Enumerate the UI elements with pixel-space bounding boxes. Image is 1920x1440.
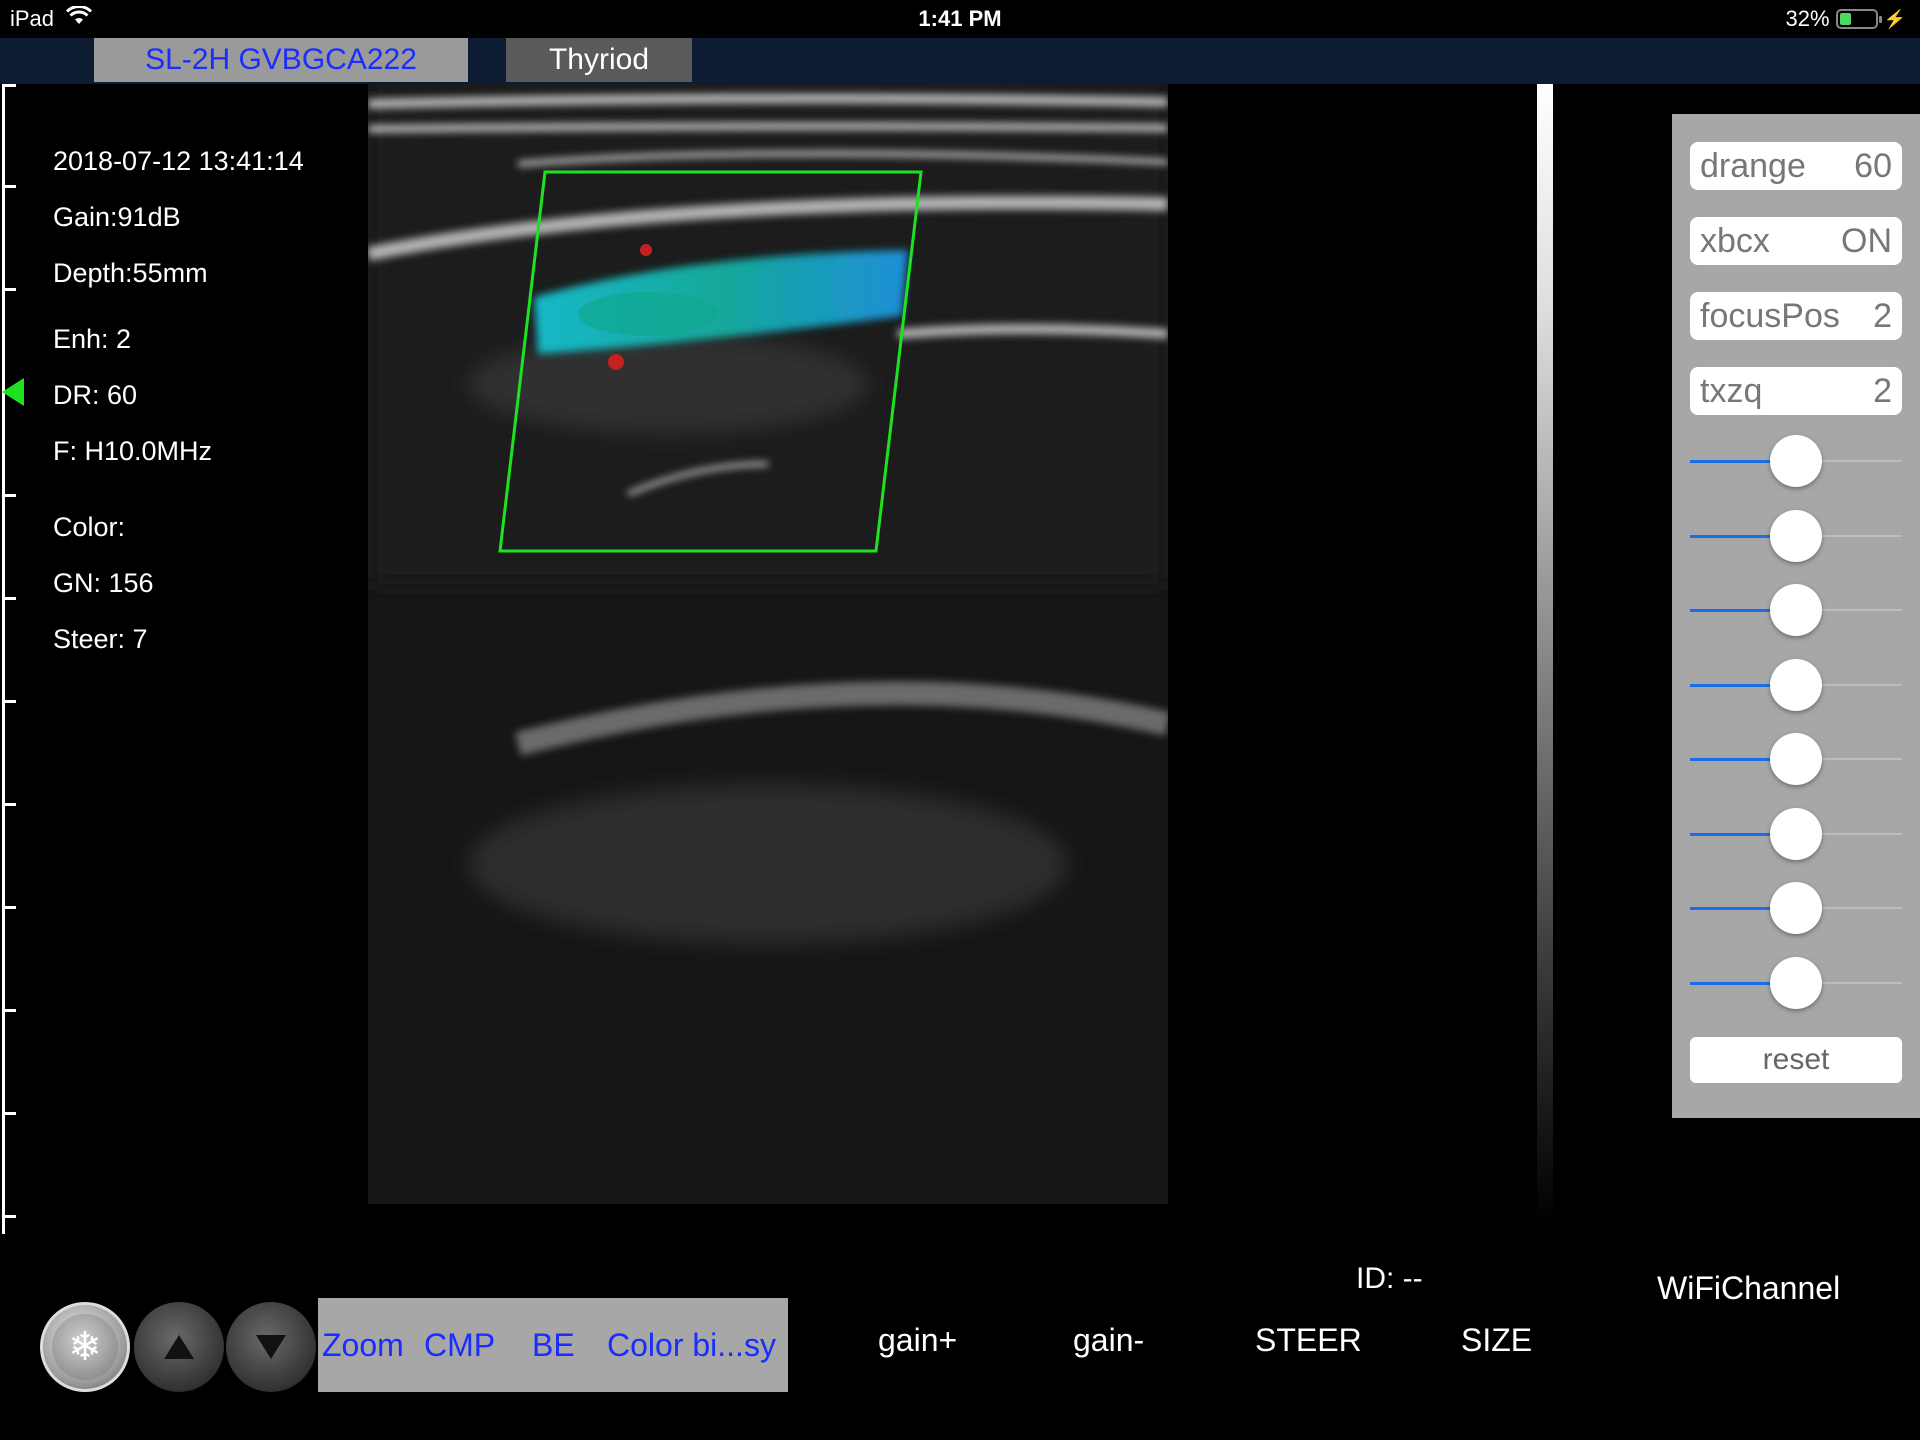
slider-4[interactable] xyxy=(1690,658,1902,711)
ruler-tick xyxy=(2,84,16,87)
info-enh: Enh: 2 xyxy=(53,324,132,354)
param-xbcx-value: ON xyxy=(1841,221,1892,260)
param-drange-value: 60 xyxy=(1854,146,1892,185)
info-depth: Depth:55mm xyxy=(53,258,208,288)
ruler-tick xyxy=(2,700,16,703)
slider-thumb[interactable] xyxy=(1770,435,1822,487)
info-datetime: 2018-07-12 13:41:14 xyxy=(53,146,304,176)
ultrasound-image[interactable] xyxy=(368,84,1168,1204)
mode-bar: Zoom CMP BE Color bi...sy xyxy=(318,1298,788,1392)
info-freq: F: H10.0MHz xyxy=(53,436,213,466)
battery-percent: 32% xyxy=(1785,6,1830,31)
up-button[interactable] xyxy=(134,1302,224,1392)
slider-3[interactable] xyxy=(1690,584,1902,636)
slider-8[interactable] xyxy=(1690,956,1902,1009)
ruler-tick xyxy=(2,288,16,291)
down-button[interactable] xyxy=(226,1302,316,1392)
depth-ruler xyxy=(2,84,5,1234)
mode-be-button[interactable]: BE xyxy=(532,1298,575,1392)
slider-thumb[interactable] xyxy=(1770,658,1822,711)
info-color: Color: xyxy=(53,512,126,542)
param-txzq[interactable]: txzq 2 xyxy=(1690,367,1902,415)
gain-plus-button[interactable]: gain+ xyxy=(878,1322,957,1359)
triangle-up-icon xyxy=(164,1335,194,1359)
slider-thumb[interactable] xyxy=(1770,733,1822,785)
reset-button[interactable]: reset xyxy=(1690,1037,1902,1083)
slider-6[interactable] xyxy=(1690,807,1902,860)
tab-bar: SL-2H GVBGCA222 Thyriod xyxy=(0,38,1920,84)
param-drange[interactable]: drange 60 xyxy=(1690,142,1902,190)
param-xbcx-name: xbcx xyxy=(1700,221,1770,260)
status-right: 32% ⚡ xyxy=(1786,6,1906,32)
ruler-tick xyxy=(2,494,16,497)
status-time: 1:41 PM xyxy=(918,6,1002,31)
mode-zoom-button[interactable]: Zoom xyxy=(322,1298,404,1392)
ruler-tick xyxy=(2,1215,16,1218)
size-button[interactable]: SIZE xyxy=(1461,1322,1532,1359)
mode-cmp-button[interactable]: CMP xyxy=(424,1298,495,1392)
param-txzq-name: txzq xyxy=(1700,371,1763,410)
slider-thumb[interactable] xyxy=(1770,807,1822,860)
ruler-tick xyxy=(2,803,16,806)
slider-thumb[interactable] xyxy=(1770,509,1822,562)
steer-button[interactable]: STEER xyxy=(1255,1322,1362,1359)
param-focuspos-name: focusPos xyxy=(1700,296,1840,335)
slider-2[interactable] xyxy=(1690,509,1902,562)
param-drange-name: drange xyxy=(1700,146,1806,185)
wifi-channel-button[interactable]: WiFiChannel xyxy=(1657,1270,1840,1307)
slider-thumb[interactable] xyxy=(1770,956,1822,1009)
param-txzq-value: 2 xyxy=(1873,371,1892,410)
tab-probe[interactable]: SL-2H GVBGCA222 xyxy=(94,38,468,82)
snowflake-icon: ❄ xyxy=(52,1314,118,1380)
grayscale-bar xyxy=(1537,84,1553,1224)
focus-marker-icon xyxy=(2,378,24,406)
slider-thumb[interactable] xyxy=(1770,584,1822,636)
triangle-down-icon xyxy=(256,1335,286,1359)
param-focuspos-value: 2 xyxy=(1873,296,1892,335)
freeze-button[interactable]: ❄ xyxy=(40,1302,130,1392)
slider-5[interactable] xyxy=(1690,733,1902,785)
mode-color-button[interactable]: Color bi...sy xyxy=(607,1298,776,1392)
bolt-icon: ⚡ xyxy=(1883,8,1906,29)
param-xbcx[interactable]: xbcx ON xyxy=(1690,217,1902,265)
slider-thumb[interactable] xyxy=(1770,882,1822,934)
slider-7[interactable] xyxy=(1690,882,1902,934)
ruler-tick xyxy=(2,597,16,600)
battery-icon xyxy=(1835,9,1882,29)
status-bar: iPad 1:41 PM 32% ⚡ xyxy=(0,0,1920,38)
info-dr: DR: 60 xyxy=(53,380,138,410)
info-gain: Gain:91dB xyxy=(53,202,181,232)
patient-id: ID: -- xyxy=(1356,1262,1423,1295)
ruler-tick xyxy=(2,1112,16,1115)
info-steer: Steer: 7 xyxy=(53,624,148,654)
ruler-tick xyxy=(2,185,16,188)
info-gn: GN: 156 xyxy=(53,568,154,598)
control-panel: drange 60 xbcx ON focusPos 2 txzq 2 rese… xyxy=(1672,114,1920,1118)
slider-1[interactable] xyxy=(1690,435,1902,487)
tab-preset[interactable]: Thyriod xyxy=(506,38,692,82)
param-focuspos[interactable]: focusPos 2 xyxy=(1690,292,1902,340)
gain-minus-button[interactable]: gain- xyxy=(1073,1322,1144,1359)
ruler-tick xyxy=(2,906,16,909)
ruler-tick xyxy=(2,1009,16,1012)
battery-level xyxy=(1839,13,1851,25)
